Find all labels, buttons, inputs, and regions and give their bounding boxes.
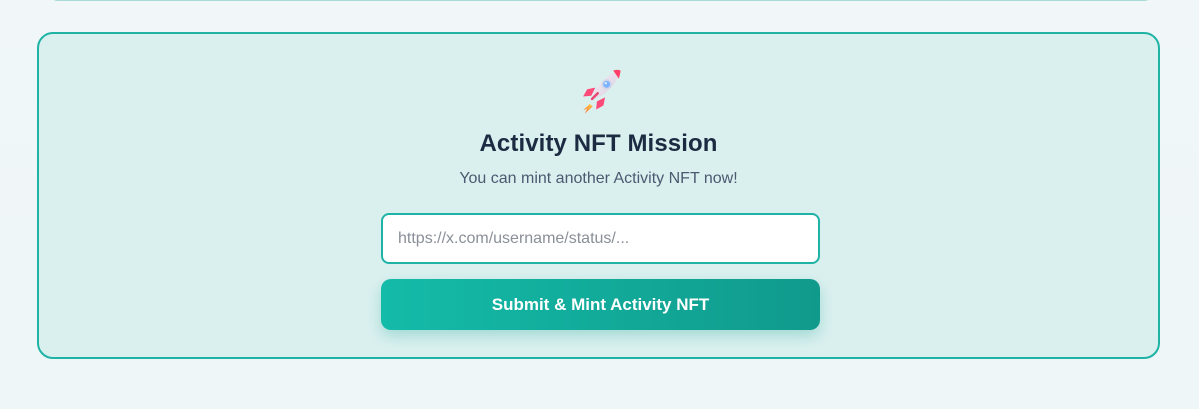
mint-status-message: You can mint another Activity NFT now! — [459, 170, 738, 187]
submit-mint-button[interactable]: Submit & Mint Activity NFT — [381, 279, 820, 330]
rocket-icon — [583, 69, 621, 114]
mission-title: Activity NFT Mission — [479, 130, 718, 157]
previous-card-edge — [48, 0, 1154, 1]
tweet-url-input[interactable] — [381, 213, 820, 264]
activity-nft-mission-card: Activity NFT Mission You can mint anothe… — [37, 32, 1160, 359]
